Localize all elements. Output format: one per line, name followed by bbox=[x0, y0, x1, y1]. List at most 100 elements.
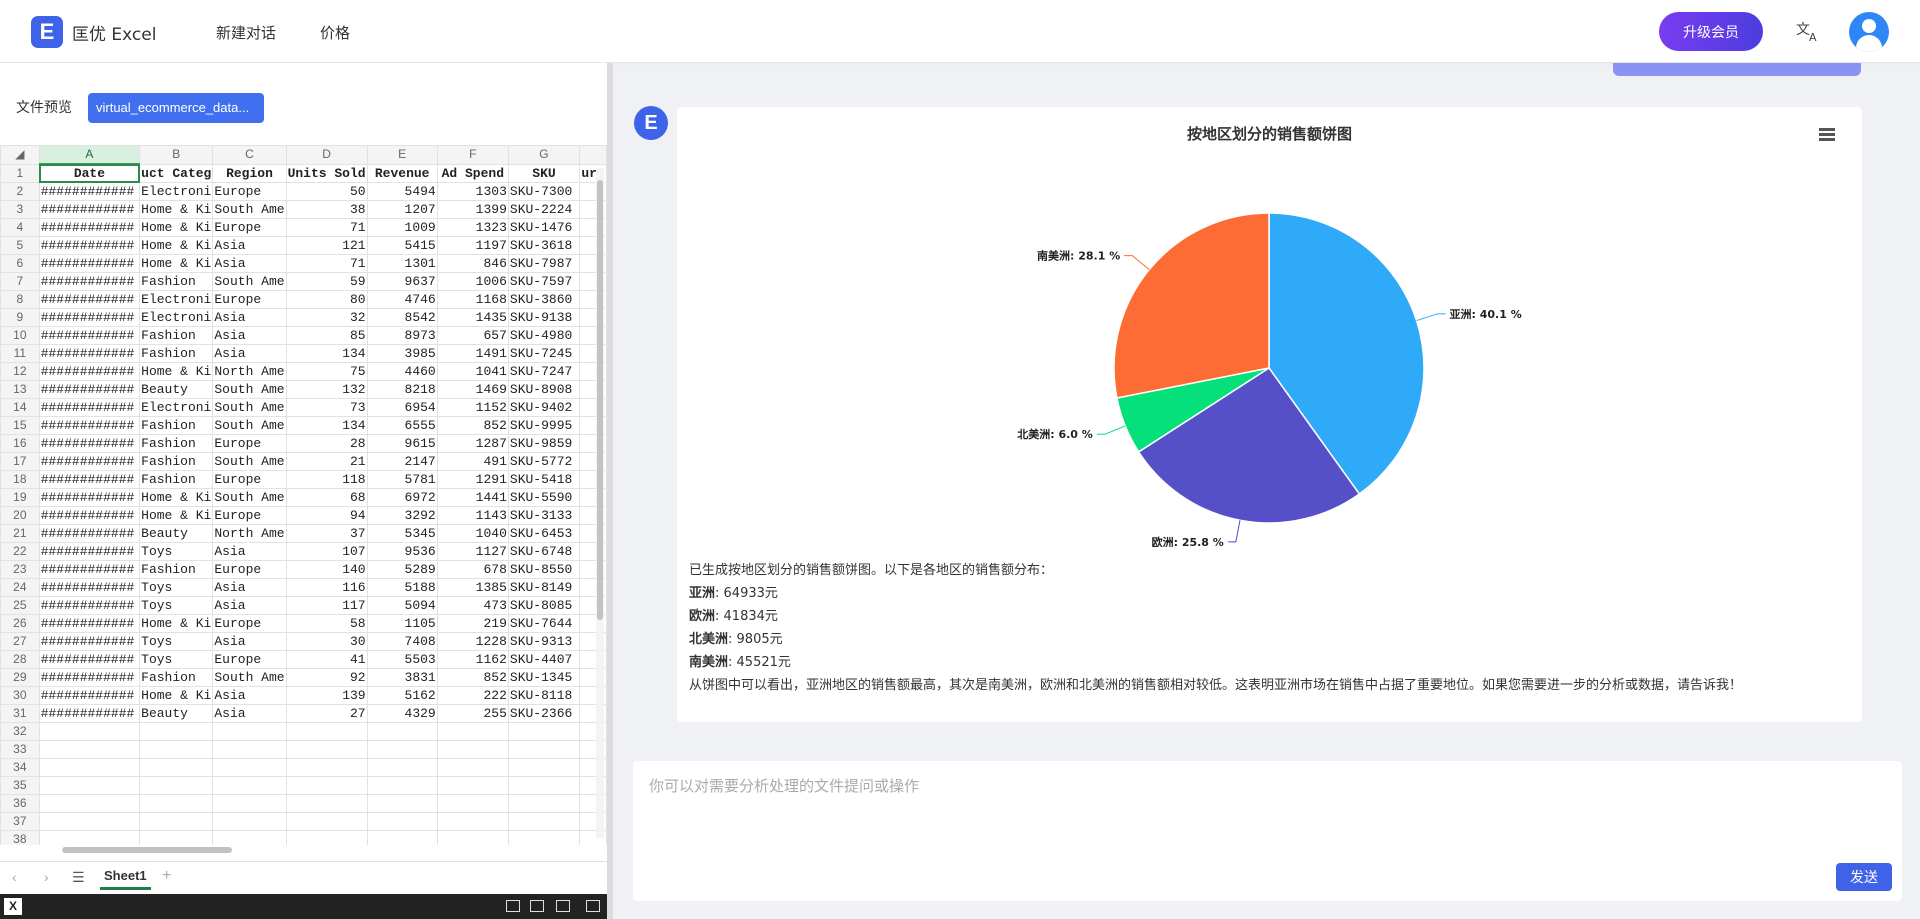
cell[interactable]: 1152 bbox=[436, 398, 509, 417]
cell[interactable]: 219 bbox=[436, 614, 509, 633]
cell[interactable]: ############ bbox=[38, 182, 141, 201]
chart-menu-icon[interactable] bbox=[1817, 127, 1837, 143]
cell[interactable]: Toys bbox=[139, 632, 214, 651]
cell[interactable]: 1040 bbox=[436, 524, 509, 543]
cell[interactable]: 1287 bbox=[436, 434, 509, 453]
cell[interactable]: 121 bbox=[285, 236, 368, 255]
cell[interactable]: SKU-7247 bbox=[507, 362, 581, 381]
cell[interactable]: ############ bbox=[38, 632, 141, 651]
cell[interactable] bbox=[436, 812, 509, 831]
cell[interactable]: 4329 bbox=[366, 704, 438, 723]
cell[interactable]: 5289 bbox=[366, 560, 438, 579]
cell[interactable]: ############ bbox=[38, 200, 141, 219]
header-cell[interactable]: Ad Spend bbox=[436, 163, 509, 183]
cell[interactable]: 1301 bbox=[366, 254, 438, 273]
cell[interactable]: 1168 bbox=[436, 290, 509, 309]
cell[interactable]: Home & Ki bbox=[139, 254, 214, 273]
cell[interactable]: 92 bbox=[285, 668, 368, 687]
cell[interactable]: 73 bbox=[285, 398, 368, 417]
cell[interactable]: Fashion bbox=[139, 416, 214, 435]
cell[interactable]: SKU-9995 bbox=[507, 416, 581, 435]
row-header[interactable]: 37 bbox=[0, 812, 40, 831]
row-header[interactable]: 17 bbox=[0, 452, 40, 471]
cell[interactable]: 32 bbox=[285, 308, 368, 327]
row-header[interactable]: 2 bbox=[0, 182, 40, 201]
cell[interactable]: 5345 bbox=[366, 524, 438, 543]
cell[interactable]: Fashion bbox=[139, 272, 214, 291]
copy-icon[interactable] bbox=[506, 900, 520, 912]
column-header[interactable]: B bbox=[139, 145, 214, 165]
row-header[interactable]: 13 bbox=[0, 380, 40, 399]
chat-input[interactable] bbox=[649, 775, 1879, 855]
cell[interactable]: North Ame bbox=[212, 524, 287, 543]
cell[interactable] bbox=[139, 758, 214, 777]
cell[interactable] bbox=[366, 740, 438, 759]
cell[interactable]: Beauty bbox=[139, 704, 214, 723]
cell[interactable]: 5781 bbox=[366, 470, 438, 489]
row-header[interactable]: 18 bbox=[0, 470, 40, 489]
cell[interactable]: ############ bbox=[38, 614, 141, 633]
cell[interactable]: 58 bbox=[285, 614, 368, 633]
cell[interactable]: Asia bbox=[212, 596, 287, 615]
cell[interactable]: 1105 bbox=[366, 614, 438, 633]
cell[interactable] bbox=[285, 812, 368, 831]
cell[interactable]: ############ bbox=[38, 452, 141, 471]
cell[interactable]: 1399 bbox=[436, 200, 509, 219]
cell[interactable]: 118 bbox=[285, 470, 368, 489]
cell[interactable]: 37 bbox=[285, 524, 368, 543]
cell[interactable]: 28 bbox=[285, 434, 368, 453]
cell[interactable]: 852 bbox=[436, 416, 509, 435]
cell[interactable]: 107 bbox=[285, 542, 368, 561]
user-avatar[interactable] bbox=[1849, 12, 1889, 52]
cell[interactable]: SKU-9402 bbox=[507, 398, 581, 417]
cell[interactable]: 1127 bbox=[436, 542, 509, 561]
cell[interactable] bbox=[436, 830, 509, 845]
cell[interactable]: Asia bbox=[212, 254, 287, 273]
cell[interactable] bbox=[139, 740, 214, 759]
cell[interactable] bbox=[507, 794, 581, 813]
cell[interactable]: Asia bbox=[212, 326, 287, 345]
cell[interactable]: ############ bbox=[38, 380, 141, 399]
cell[interactable]: 1323 bbox=[436, 218, 509, 237]
cell[interactable]: Asia bbox=[212, 236, 287, 255]
cell[interactable]: 5415 bbox=[366, 236, 438, 255]
cell[interactable]: 1162 bbox=[436, 650, 509, 669]
cell[interactable]: Europe bbox=[212, 560, 287, 579]
cell[interactable] bbox=[507, 812, 581, 831]
row-header[interactable]: 30 bbox=[0, 686, 40, 705]
cell[interactable]: Home & Ki bbox=[139, 488, 214, 507]
cell[interactable]: 657 bbox=[436, 326, 509, 345]
cell[interactable]: ############ bbox=[38, 434, 141, 453]
cell[interactable]: Asia bbox=[212, 578, 287, 597]
cell[interactable] bbox=[139, 812, 214, 831]
cell[interactable]: South Ame bbox=[212, 416, 287, 435]
column-header[interactable]: G bbox=[507, 145, 581, 165]
cell[interactable]: SKU-1476 bbox=[507, 218, 581, 237]
row-header[interactable]: 16 bbox=[0, 434, 40, 453]
cell[interactable]: ############ bbox=[38, 668, 141, 687]
cell[interactable]: SKU-8118 bbox=[507, 686, 581, 705]
cell[interactable]: 9637 bbox=[366, 272, 438, 291]
cell[interactable]: ############ bbox=[38, 686, 141, 705]
cell[interactable]: SKU-7987 bbox=[507, 254, 581, 273]
row-header[interactable]: 22 bbox=[0, 542, 40, 561]
row-header[interactable]: 12 bbox=[0, 362, 40, 381]
cell[interactable]: SKU-7644 bbox=[507, 614, 581, 633]
window-icon[interactable] bbox=[586, 900, 600, 912]
cell[interactable]: 222 bbox=[436, 686, 509, 705]
cell[interactable] bbox=[285, 794, 368, 813]
cell[interactable]: SKU-4407 bbox=[507, 650, 581, 669]
cell[interactable]: 9615 bbox=[366, 434, 438, 453]
cell[interactable] bbox=[436, 740, 509, 759]
cell[interactable]: Asia bbox=[212, 704, 287, 723]
row-header[interactable]: 23 bbox=[0, 560, 40, 579]
cell[interactable]: ############ bbox=[38, 578, 141, 597]
header-cell[interactable]: Revenue bbox=[366, 163, 438, 183]
cell[interactable]: Europe bbox=[212, 650, 287, 669]
cell[interactable]: 6972 bbox=[366, 488, 438, 507]
cell[interactable]: 1143 bbox=[436, 506, 509, 525]
cell[interactable]: SKU-9138 bbox=[507, 308, 581, 327]
cell[interactable]: Fashion bbox=[139, 344, 214, 363]
cell[interactable] bbox=[212, 758, 287, 777]
cell[interactable]: South Ame bbox=[212, 668, 287, 687]
